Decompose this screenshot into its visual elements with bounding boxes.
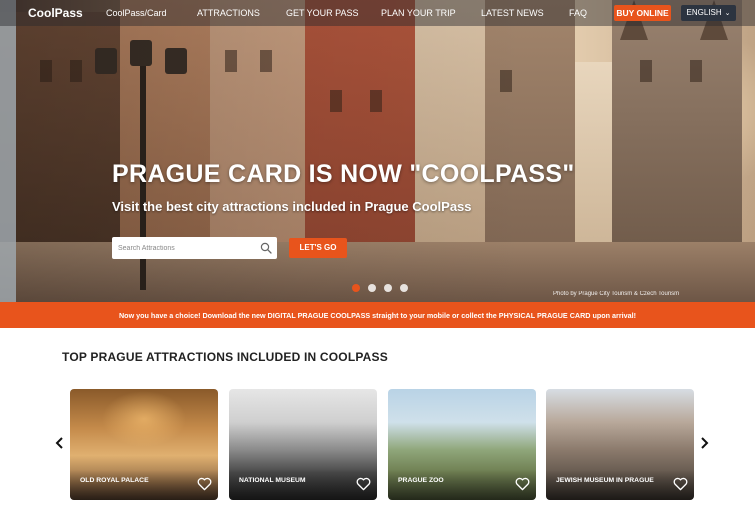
attraction-card-jewish-museum[interactable]: JEWISH MUSEUM IN PRAGUE — [546, 389, 694, 500]
attraction-label: NATIONAL MUSEUM — [239, 477, 306, 484]
hero-title: PRAGUE CARD IS NOW "COOLPASS" — [112, 160, 575, 188]
attraction-card-prague-zoo[interactable]: PRAGUE ZOO — [388, 389, 536, 500]
nav-item-latest-news[interactable]: LATEST NEWS — [481, 8, 544, 18]
nav-item-attractions[interactable]: ATTRACTIONS — [197, 8, 260, 18]
search-input[interactable] — [118, 241, 258, 255]
photo-credit: Photo by Prague City Tourism & Czech Tou… — [553, 291, 680, 297]
hero-banner: CoolPass CoolPass/Card ATTRACTIONS GET Y… — [0, 0, 755, 302]
heart-icon[interactable] — [673, 477, 688, 491]
heart-icon[interactable] — [356, 477, 371, 491]
nav-item-plan-your-trip[interactable]: PLAN YOUR TRIP — [381, 8, 456, 18]
attraction-card-old-royal-palace[interactable]: OLD ROYAL PALACE — [70, 389, 218, 500]
slider-dot-2[interactable] — [368, 284, 376, 292]
top-navigation: CoolPass CoolPass/Card ATTRACTIONS GET Y… — [0, 0, 755, 26]
announcement-banner: Now you have a choice! Download the new … — [0, 302, 755, 328]
search-icon[interactable] — [260, 242, 272, 254]
attractions-section-title: TOP PRAGUE ATTRACTIONS INCLUDED IN COOLP… — [62, 350, 388, 364]
attraction-label: OLD ROYAL PALACE — [80, 477, 149, 484]
heart-icon[interactable] — [197, 477, 212, 491]
nav-item-get-your-pass[interactable]: GET YOUR PASS — [286, 8, 359, 18]
search-box — [112, 237, 277, 259]
chevron-right-icon[interactable] — [699, 436, 709, 450]
coolpass-logo[interactable]: CoolPass — [28, 6, 83, 20]
attraction-card-national-museum[interactable]: NATIONAL MUSEUM — [229, 389, 377, 500]
nav-item-faq[interactable]: FAQ — [569, 8, 587, 18]
lets-go-button[interactable]: LET'S GO — [289, 238, 347, 258]
heart-icon[interactable] — [515, 477, 530, 491]
slider-dot-1[interactable] — [352, 284, 360, 292]
slider-dot-3[interactable] — [384, 284, 392, 292]
attraction-label: PRAGUE ZOO — [398, 477, 444, 484]
buy-online-button[interactable]: BUY ONLINE — [614, 5, 671, 21]
attraction-label: JEWISH MUSEUM IN PRAGUE — [556, 477, 654, 484]
chevron-left-icon[interactable] — [55, 436, 65, 450]
announcement-text: Now you have a choice! Download the new … — [118, 311, 637, 320]
language-label: ENGLISH — [686, 8, 722, 17]
hero-subtitle: Visit the best city attractions included… — [112, 199, 472, 214]
nav-item-coolpass-card[interactable]: CoolPass/Card — [106, 8, 167, 18]
chevron-down-icon: ⌄ — [724, 10, 731, 17]
slider-dot-4[interactable] — [400, 284, 408, 292]
language-selector[interactable]: ENGLISH ⌄ — [681, 5, 736, 21]
